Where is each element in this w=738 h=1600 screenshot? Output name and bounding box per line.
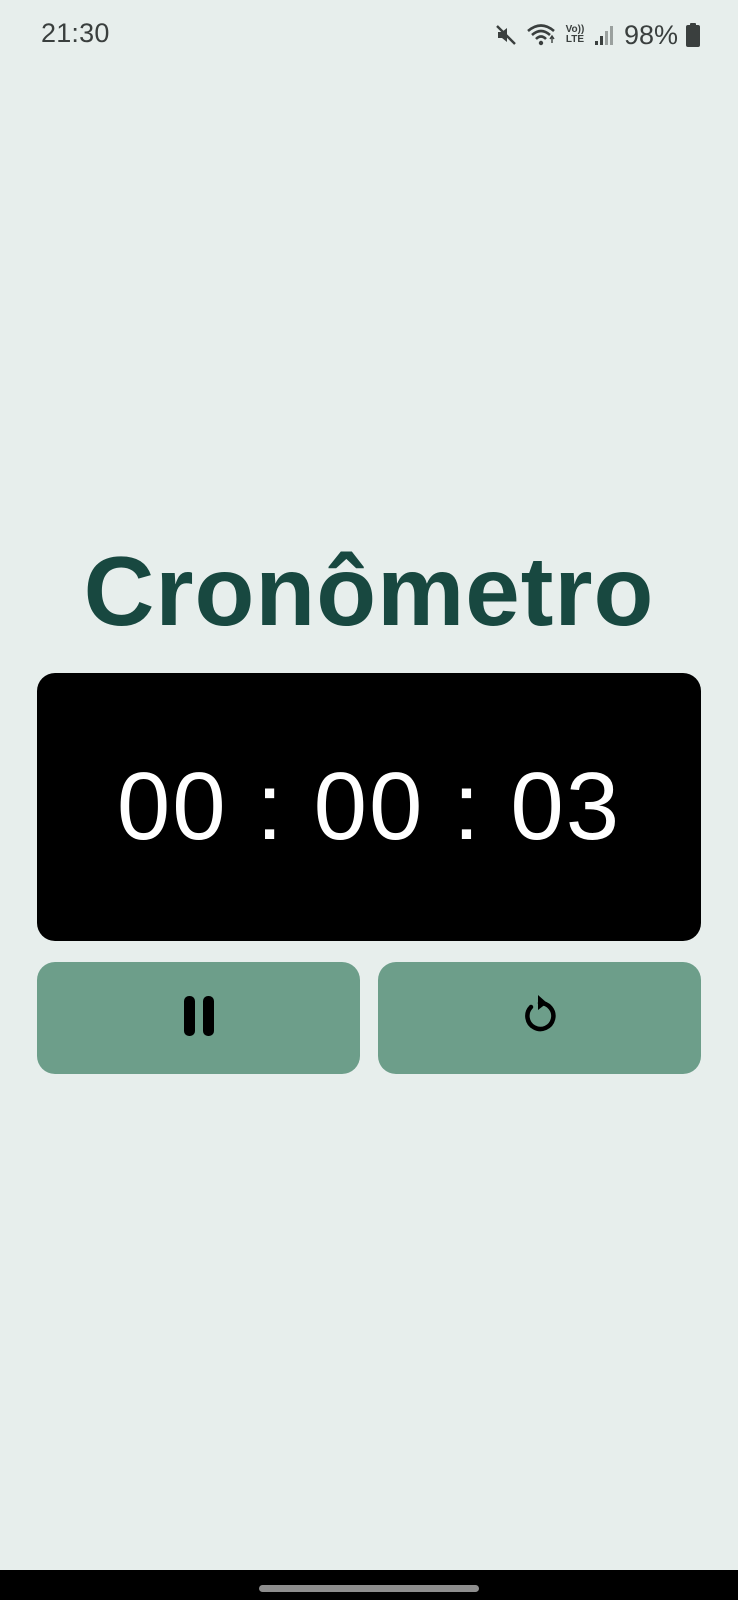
status-icons: Vo)) LTE 98% (494, 18, 700, 52)
signal-icon (594, 24, 614, 46)
reset-button[interactable] (378, 962, 701, 1074)
pause-icon (181, 994, 217, 1043)
battery-level: 98% (623, 19, 678, 50)
volte-bottom-label: LTE (565, 34, 585, 45)
volte-icon: Vo)) LTE (564, 25, 586, 45)
stopwatch-screen: 21:30 Vo)) LTE 98% Cronômetro 00: 00: … (0, 0, 738, 1600)
wifi-icon (526, 23, 556, 47)
status-time: 21:30 (41, 18, 110, 48)
timer-value: 00 : 00 : 03 (116, 753, 622, 860)
pause-button[interactable] (37, 962, 360, 1074)
home-gesture-handle[interactable] (259, 1585, 479, 1592)
page-title: Cronômetro (83, 536, 655, 646)
battery-icon (686, 23, 700, 47)
status-bar: 21:30 Vo)) LTE 98% (0, 0, 738, 70)
reset-icon (518, 994, 562, 1043)
mute-icon (494, 23, 518, 47)
timer-display: 00 : 00 : 03 (37, 673, 701, 941)
